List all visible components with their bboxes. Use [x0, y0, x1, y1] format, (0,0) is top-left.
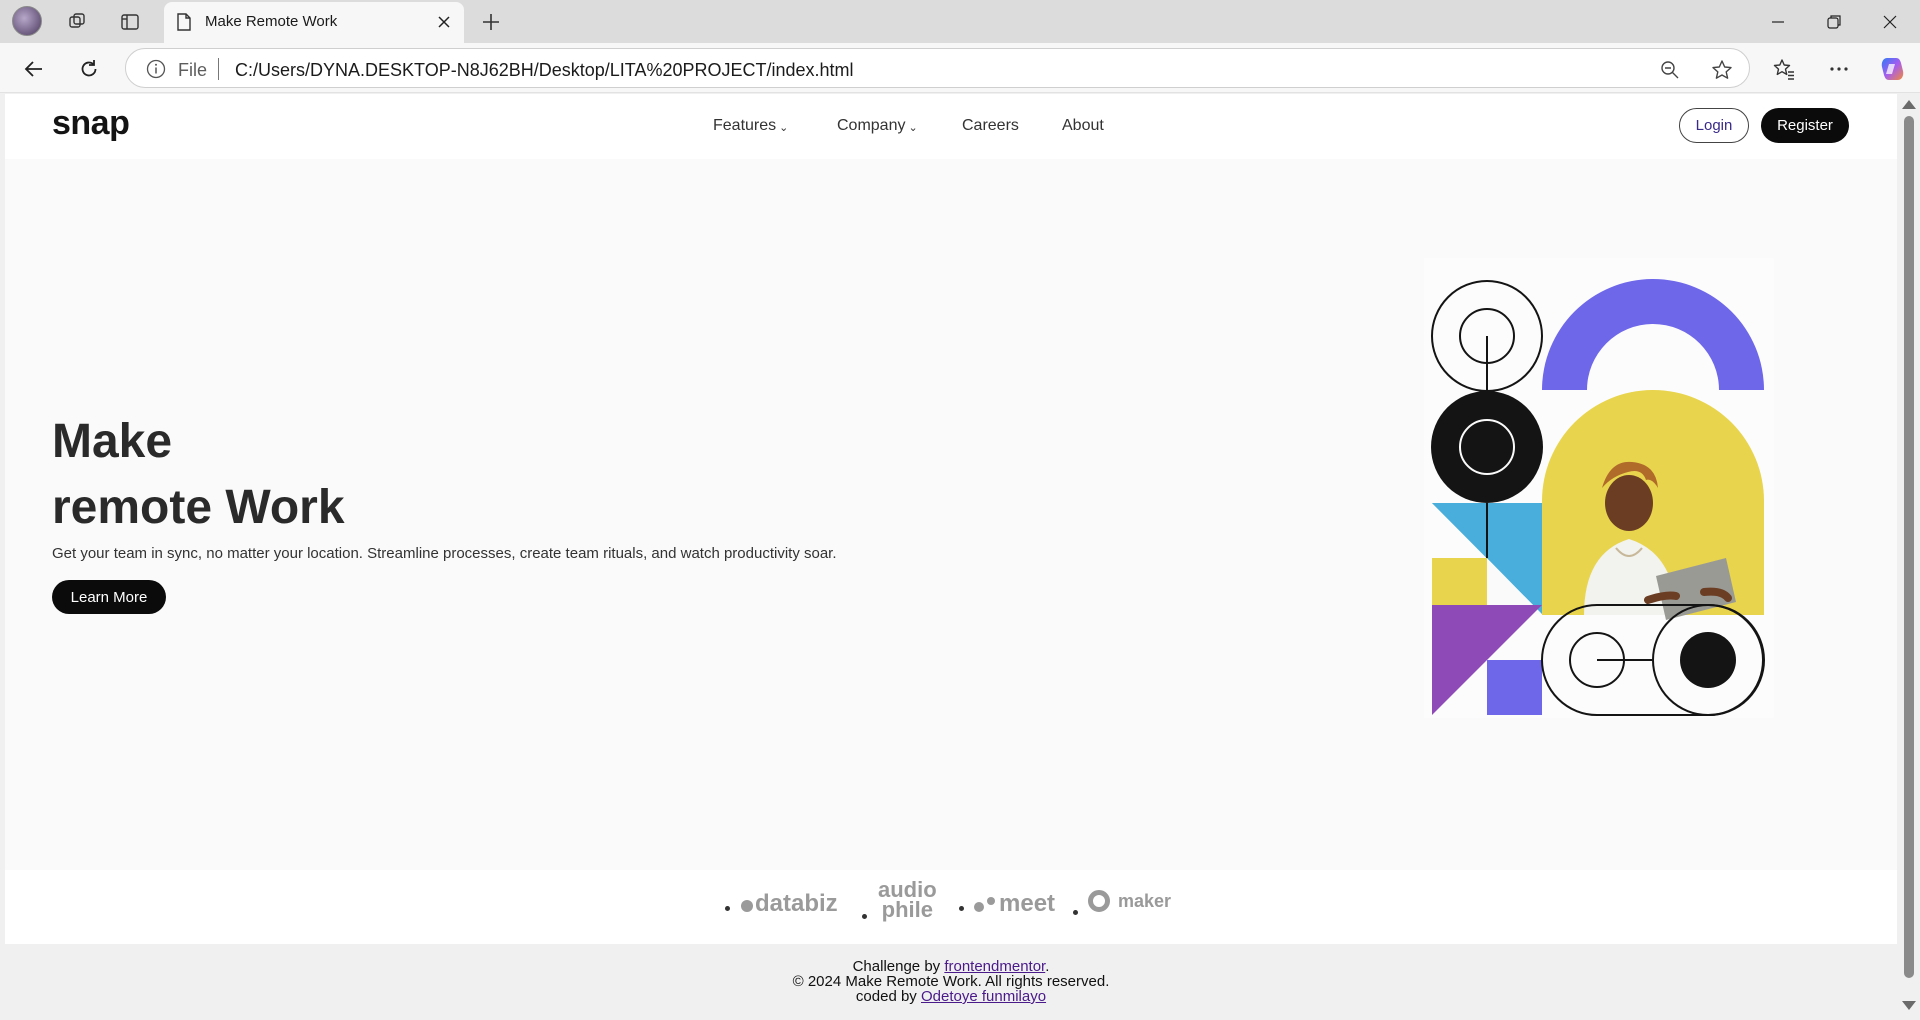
- profile-avatar[interactable]: [12, 6, 42, 36]
- workspaces-icon[interactable]: [64, 8, 92, 36]
- browser-toolbar: File C:/Users/DYNA.DESKTOP-N8J62BH/Deskt…: [0, 43, 1920, 93]
- scroll-up-arrow-icon[interactable]: [1902, 100, 1916, 109]
- refresh-icon[interactable]: [73, 53, 105, 85]
- person-photo-shape: [1542, 390, 1764, 620]
- author-link[interactable]: Odetoye funmilayo: [921, 988, 1046, 1005]
- close-tab-icon[interactable]: [434, 12, 454, 32]
- maker-logo: maker: [1088, 890, 1171, 912]
- chevron-down-icon: ⌄: [908, 122, 918, 134]
- hero-title-line2: remote Work: [52, 481, 345, 534]
- meet-logo-text: meet: [999, 890, 1056, 917]
- zoom-out-icon[interactable]: [1658, 58, 1682, 82]
- favorites-icon[interactable]: [1768, 53, 1800, 85]
- close-window-icon[interactable]: [1862, 0, 1918, 43]
- list-bullet: [862, 914, 867, 919]
- site-info-icon[interactable]: [146, 59, 166, 84]
- tab-make-remote-work[interactable]: Make Remote Work: [164, 2, 464, 43]
- nav-features-label: Features: [713, 117, 777, 134]
- more-options-icon[interactable]: [1823, 53, 1855, 85]
- favorite-star-icon[interactable]: [1710, 58, 1734, 82]
- site-logo[interactable]: snap: [52, 104, 130, 143]
- back-arrow-icon[interactable]: [18, 53, 50, 85]
- scroll-down-arrow-icon[interactable]: [1902, 1001, 1916, 1010]
- scrollbar-thumb[interactable]: [1904, 116, 1914, 978]
- black-circle-shape: [1431, 391, 1543, 503]
- nav-about[interactable]: About: [1062, 117, 1104, 135]
- copilot-icon[interactable]: [1876, 53, 1908, 85]
- purple-square-shape: [1487, 660, 1542, 715]
- list-bullet: [725, 906, 730, 911]
- list-bullet: [1073, 910, 1078, 915]
- nav-company-label: Company: [837, 117, 906, 134]
- hero-title: Make remote Work: [52, 409, 345, 541]
- footer-coded-by: coded by Odetoye funmilayo: [5, 988, 1897, 1005]
- nav-features[interactable]: Features ⌄: [713, 117, 788, 135]
- chevron-down-icon: ⌄: [779, 122, 789, 134]
- meet-logo: meet: [974, 890, 1055, 918]
- vertical-tabs-icon[interactable]: [116, 8, 144, 36]
- footer-coded-prefix: coded by: [855, 988, 917, 1005]
- tab-title: Make Remote Work: [205, 13, 338, 30]
- register-button[interactable]: Register: [1761, 108, 1849, 143]
- address-bar[interactable]: File C:/Users/DYNA.DESKTOP-N8J62BH/Deskt…: [125, 48, 1750, 88]
- address-separator: [218, 58, 219, 80]
- client-logos: databiz audio phile meet maker: [5, 870, 1897, 944]
- address-file-label: File: [178, 60, 208, 80]
- audiophile-logo: audio phile: [878, 879, 937, 922]
- learn-more-button[interactable]: Learn More: [52, 580, 166, 614]
- hero-subtitle: Get your team in sync, no matter your lo…: [52, 545, 837, 562]
- nav-company[interactable]: Company ⌄: [837, 117, 918, 135]
- hero-title-line1: Make: [52, 415, 173, 468]
- page-scrollbar[interactable]: [1897, 94, 1920, 1016]
- site-footer: Challenge by frontendmentor. © 2024 Make…: [5, 944, 1897, 1016]
- audiophile-logo-bottom: phile: [881, 897, 933, 922]
- maker-logo-text: maker: [1118, 890, 1172, 911]
- new-tab-icon[interactable]: [477, 8, 505, 36]
- address-url[interactable]: C:/Users/DYNA.DESKTOP-N8J62BH/Desktop/LI…: [235, 60, 854, 81]
- databiz-logo-text: databiz: [755, 890, 838, 917]
- restore-icon[interactable]: [1806, 0, 1862, 43]
- databiz-logo: databiz: [741, 890, 838, 918]
- hero-illustration: [1424, 258, 1774, 718]
- login-button[interactable]: Login: [1679, 108, 1749, 143]
- document-icon: [176, 13, 192, 36]
- list-bullet: [959, 906, 964, 911]
- site-header: snap Features ⌄ Company ⌄ Careers About …: [5, 94, 1897, 159]
- minimize-icon[interactable]: [1750, 0, 1806, 43]
- browser-tab-bar: Make Remote Work: [0, 0, 1920, 43]
- nav-careers[interactable]: Careers: [962, 117, 1019, 135]
- page-viewport: snap Features ⌄ Company ⌄ Careers About …: [5, 94, 1897, 1016]
